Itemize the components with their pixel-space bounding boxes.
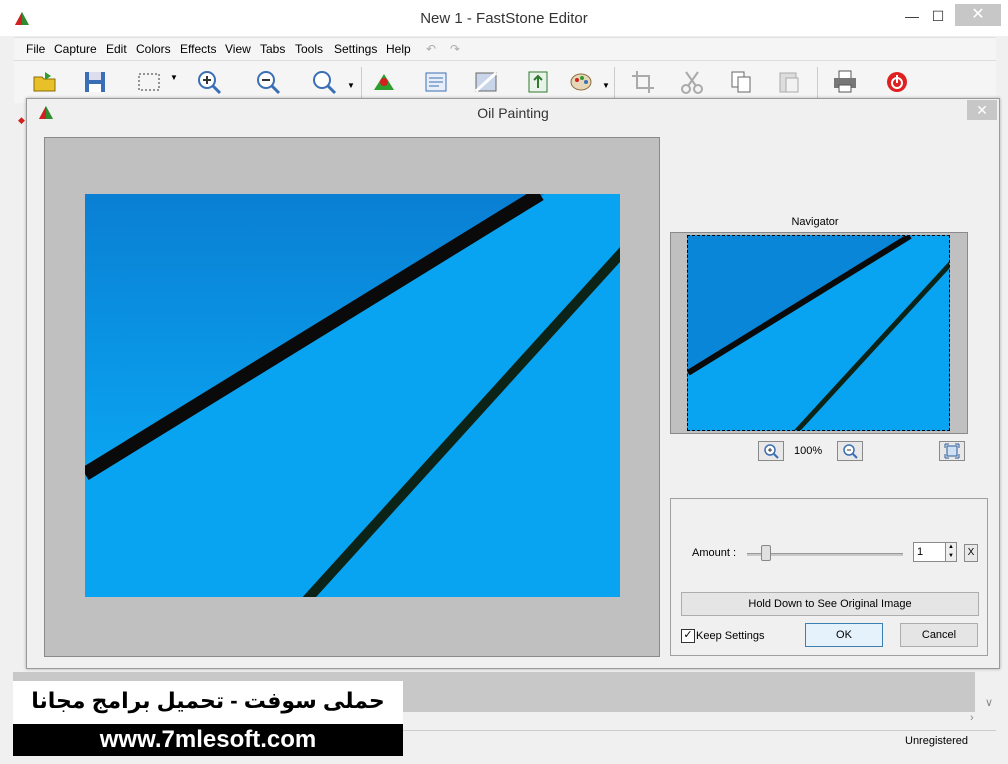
zoom-in-icon bbox=[764, 444, 779, 459]
menu-view[interactable]: View bbox=[225, 42, 251, 56]
toolbar-separator bbox=[361, 67, 362, 99]
dropdown-arrow-icon[interactable]: ▼ bbox=[347, 81, 355, 90]
hold-original-button[interactable]: Hold Down to See Original Image bbox=[681, 592, 979, 616]
maximize-button[interactable]: ☐ bbox=[918, 4, 958, 28]
menu-settings[interactable]: Settings bbox=[334, 42, 377, 56]
open-folder-icon[interactable] bbox=[31, 68, 59, 96]
paste-icon[interactable] bbox=[775, 68, 803, 96]
actual-size-icon[interactable] bbox=[310, 68, 338, 96]
zoom-in-icon[interactable] bbox=[195, 68, 223, 96]
close-button[interactable]: ✕ bbox=[955, 4, 1001, 26]
zoom-out-icon bbox=[843, 444, 858, 459]
zoom-out-icon[interactable] bbox=[254, 68, 282, 96]
menu-file[interactable]: File bbox=[26, 42, 45, 56]
zoom-level: 100% bbox=[794, 445, 823, 457]
navigator-zoom-in-button[interactable] bbox=[758, 441, 784, 461]
preview-canvas[interactable] bbox=[44, 137, 660, 657]
menu-capture[interactable]: Capture bbox=[54, 42, 97, 56]
amount-label: Amount : bbox=[692, 547, 737, 559]
copy-icon[interactable] bbox=[727, 68, 755, 96]
navigator-panel[interactable] bbox=[670, 232, 968, 434]
caption-icon[interactable] bbox=[422, 68, 450, 96]
oil-painting-dialog: Oil Painting ✕ Navigator 100% Amount: 1… bbox=[26, 98, 1000, 669]
dialog-close-button[interactable]: ✕ bbox=[967, 100, 997, 120]
toolbar-separator bbox=[614, 67, 615, 99]
cut-icon[interactable] bbox=[678, 68, 706, 96]
paint-palette-icon[interactable] bbox=[567, 68, 595, 96]
save-as-icon[interactable] bbox=[81, 68, 109, 96]
menu-help[interactable]: Help bbox=[386, 42, 411, 56]
scroll-down-icon[interactable]: ∨ bbox=[985, 696, 993, 709]
rectangle-select-icon[interactable] bbox=[135, 68, 163, 96]
tab-marker-icon: ◆ bbox=[18, 115, 25, 125]
fit-window-icon bbox=[944, 443, 960, 459]
amount-reset-button[interactable]: X bbox=[964, 544, 978, 562]
scroll-right-icon[interactable]: › bbox=[970, 712, 974, 724]
navigator-label: Navigator bbox=[791, 216, 839, 228]
spin-down-icon[interactable]: ▼ bbox=[946, 552, 956, 561]
menu-tools[interactable]: Tools bbox=[295, 42, 323, 56]
watermark-arabic-text: حملى سوفت - تحميل برامج مجانا bbox=[31, 688, 385, 713]
fit-to-window-button[interactable] bbox=[939, 441, 965, 461]
settings-panel: Amount : 1 ▲ ▼ X Hold Down to See Origin… bbox=[670, 498, 988, 656]
watermark-url: www.7mlesoft.com bbox=[99, 726, 317, 753]
menu-colors[interactable]: Colors bbox=[136, 42, 171, 56]
navigator-thumbnail-graphic bbox=[688, 236, 949, 430]
print-icon[interactable] bbox=[831, 68, 859, 96]
menu-edit[interactable]: Edit bbox=[106, 42, 127, 56]
amount-slider-thumb[interactable] bbox=[761, 545, 771, 561]
crop-icon[interactable] bbox=[629, 68, 657, 96]
redo-icon[interactable]: ↷ bbox=[450, 42, 460, 56]
keep-settings-label: Keep Settings bbox=[696, 630, 765, 642]
preview-image bbox=[85, 194, 620, 597]
amount-input[interactable]: 1 bbox=[913, 542, 946, 562]
preview-image-graphic bbox=[85, 194, 620, 597]
amount-spinner[interactable]: ▲ ▼ bbox=[945, 542, 957, 562]
title-bar: New 1 - FastStone Editor — ☐ ✕ bbox=[0, 0, 1008, 36]
window-title: New 1 - FastStone Editor bbox=[420, 10, 588, 27]
undo-icon[interactable]: ↶ bbox=[426, 42, 436, 56]
cancel-button[interactable]: Cancel bbox=[900, 623, 978, 647]
menu-bar: File Capture Edit Colors Effects View Ta… bbox=[14, 37, 996, 60]
ok-button[interactable]: OK bbox=[805, 623, 883, 647]
spin-up-icon[interactable]: ▲ bbox=[946, 543, 956, 552]
navigator-zoom-out-button[interactable] bbox=[837, 441, 863, 461]
toolbar-separator bbox=[817, 67, 818, 99]
navigator-thumbnail[interactable] bbox=[687, 235, 950, 431]
close-tab-icon[interactable] bbox=[883, 68, 911, 96]
resize-icon[interactable] bbox=[524, 68, 552, 96]
edge-icon[interactable] bbox=[472, 68, 500, 96]
dropdown-arrow-icon[interactable]: ▼ bbox=[170, 73, 178, 82]
dialog-title: Oil Painting bbox=[477, 105, 549, 121]
dropdown-arrow-icon[interactable]: ▼ bbox=[602, 81, 610, 90]
registration-status: Unregistered bbox=[905, 735, 968, 747]
keep-settings-checkbox[interactable]: ✓ bbox=[681, 629, 695, 643]
menu-tabs[interactable]: Tabs bbox=[260, 42, 285, 56]
app-window: New 1 - FastStone Editor — ☐ ✕ File Capt… bbox=[0, 0, 1008, 764]
draw-icon[interactable] bbox=[370, 68, 398, 96]
menu-effects[interactable]: Effects bbox=[180, 42, 216, 56]
toolbar: ▼ ▼ ▼ bbox=[14, 60, 996, 103]
